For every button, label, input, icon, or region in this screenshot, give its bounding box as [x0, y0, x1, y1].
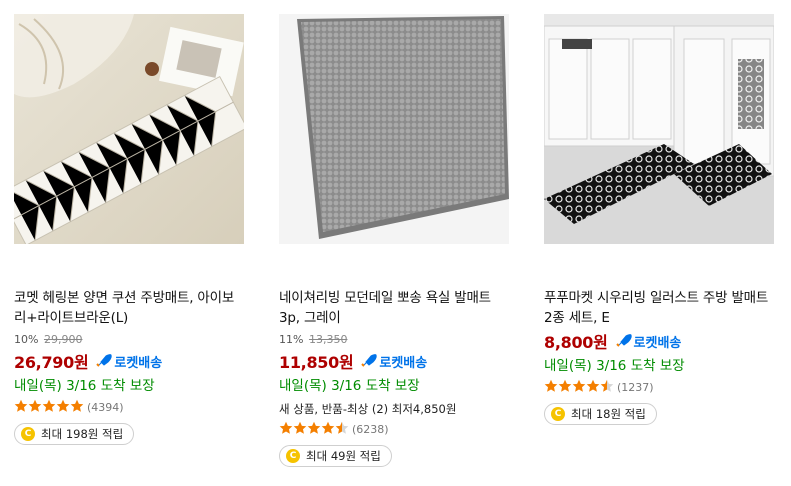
discount-rate: 11% [279, 333, 304, 346]
discount-row: 10% 29,900 [14, 333, 246, 347]
rocket-delivery-badge: 로켓배송 [96, 352, 162, 371]
sale-price: 11,850원 [279, 353, 354, 372]
rating: (4394) [14, 399, 246, 415]
rocket-label: 로켓배송 [114, 355, 163, 371]
star-icon [544, 378, 558, 397]
price-row: 11,850원 로켓배송 [279, 350, 511, 372]
star-icon [572, 378, 586, 397]
star-icon [293, 420, 307, 439]
other-sellers-text[interactable]: 새 상품, 반품-최상 (2) 최저4,850원 [279, 400, 511, 418]
product-image-1[interactable] [14, 14, 244, 244]
delivery-text: 내일(목) 3/16 도착 보장 [279, 378, 420, 394]
delivery-text: 내일(목) 3/16 도착 보장 [14, 378, 155, 394]
reward-badge: C 최대 18원 적립 [544, 403, 657, 425]
star-icon [14, 398, 28, 417]
star-icon [70, 398, 84, 417]
product-card-1[interactable]: 코멧 헤링본 양면 쿠션 주방매트, 아이보리+라이트브라운(L) 10% 29… [14, 14, 246, 445]
star-icon [28, 398, 42, 417]
discount-rate: 10% [14, 333, 39, 346]
product-title[interactable]: 코멧 헤링본 양면 쿠션 주방매트, 아이보리+라이트브라운(L) [14, 288, 246, 328]
rocket-icon [96, 354, 113, 367]
reward-label: 최대 198원 적립 [41, 427, 124, 441]
coin-icon: C [21, 427, 35, 441]
product-card-2[interactable]: 네이쳐리빙 모던데일 뽀송 욕실 발매트 3p, 그레이 11% 13,350 … [279, 14, 511, 467]
star-rating [544, 378, 614, 397]
price-row: 8,800원 로켓배송 [544, 330, 776, 352]
gray-bath-mat-image [279, 14, 509, 244]
review-count: (6238) [352, 422, 389, 436]
star-icon [335, 420, 349, 439]
rocket-label: 로켓배송 [633, 335, 682, 351]
coin-icon: C [551, 407, 565, 421]
discount-row: 11% 13,350 [279, 333, 511, 347]
delivery-text: 내일(목) 3/16 도착 보장 [544, 358, 685, 374]
original-price: 29,900 [43, 333, 83, 346]
star-icon [307, 420, 321, 439]
star-rating [279, 420, 349, 439]
star-icon [42, 398, 56, 417]
original-price: 13,350 [308, 333, 348, 346]
rocket-label: 로켓배송 [379, 355, 428, 371]
product-title[interactable]: 네이쳐리빙 모던데일 뽀송 욕실 발매트 3p, 그레이 [279, 288, 511, 328]
rating: (1237) [544, 379, 776, 395]
product-card-3[interactable]: 푸푸마켓 시우리빙 일러스트 주방 발매트 2종 세트, E 8,800원 로켓… [544, 14, 776, 425]
product-image-2[interactable] [279, 14, 509, 244]
product-image-3[interactable] [544, 14, 774, 244]
product-title[interactable]: 푸푸마켓 시우리빙 일러스트 주방 발매트 2종 세트, E [544, 288, 776, 328]
reward-label: 최대 18원 적립 [571, 407, 646, 421]
coin-icon: C [286, 449, 300, 463]
reward-label: 최대 49원 적립 [306, 449, 381, 463]
rating: (6238) [279, 421, 511, 437]
herringbone-mat-image [14, 14, 244, 244]
rocket-icon [361, 354, 378, 367]
star-icon [600, 378, 614, 397]
reward-badge: C 최대 198원 적립 [14, 423, 135, 445]
star-icon [586, 378, 600, 397]
star-icon [321, 420, 335, 439]
sale-price: 26,790원 [14, 353, 89, 372]
sale-price: 8,800원 [544, 333, 608, 352]
rocket-icon [615, 334, 632, 347]
review-count: (4394) [87, 400, 124, 414]
reward-badge: C 최대 49원 적립 [279, 445, 392, 467]
rocket-delivery-badge: 로켓배송 [615, 332, 682, 351]
rocket-delivery-badge: 로켓배송 [361, 352, 427, 371]
star-icon [558, 378, 572, 397]
star-rating [14, 398, 84, 417]
kitchen-mat-image [544, 14, 774, 244]
review-count: (1237) [617, 380, 654, 394]
star-icon [279, 420, 293, 439]
price-row: 26,790원 로켓배송 [14, 350, 246, 372]
star-icon [56, 398, 70, 417]
